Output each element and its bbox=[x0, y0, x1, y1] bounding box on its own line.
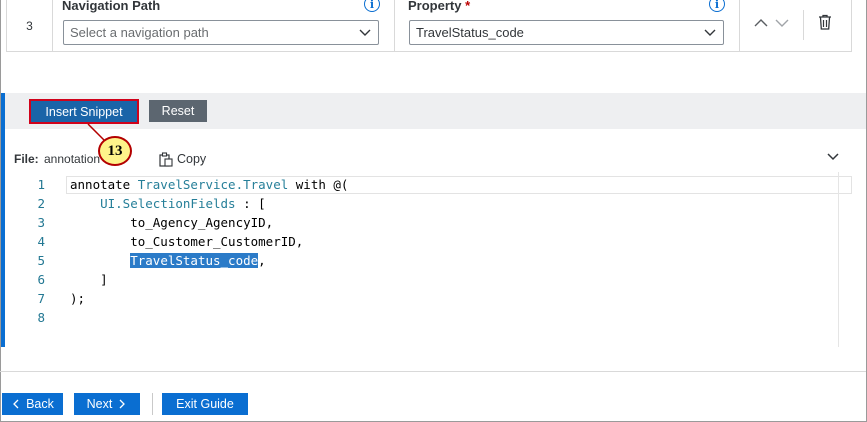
line-number: 4 bbox=[37, 234, 45, 249]
chevron-right-icon bbox=[119, 399, 126, 409]
line-number: 2 bbox=[37, 196, 45, 211]
editor-scrollbar[interactable] bbox=[838, 172, 852, 347]
selected-token: TravelStatus_code bbox=[130, 253, 259, 268]
copy-button[interactable]: Copy bbox=[158, 150, 206, 168]
line-number: 5 bbox=[37, 253, 45, 268]
clipboard-icon bbox=[159, 151, 173, 167]
footer-divider bbox=[0, 371, 866, 372]
code-token: TravelService.Travel bbox=[137, 177, 289, 192]
copy-label: Copy bbox=[177, 152, 207, 166]
back-label: Back bbox=[26, 397, 54, 411]
chevron-down-icon[interactable] bbox=[826, 151, 840, 163]
back-button[interactable]: Back bbox=[2, 393, 63, 415]
line-number: 6 bbox=[37, 272, 45, 287]
next-button[interactable]: Next bbox=[74, 393, 140, 415]
step-callout: 13 bbox=[98, 136, 132, 166]
line-number: 3 bbox=[37, 215, 45, 230]
line-number: 8 bbox=[37, 310, 45, 325]
next-label: Next bbox=[86, 397, 113, 411]
line-number: 7 bbox=[37, 291, 45, 306]
exit-guide-button[interactable]: Exit Guide bbox=[162, 393, 248, 415]
code-text: TravelStatus_code, bbox=[130, 253, 266, 268]
code-text: to_Customer_CustomerID, bbox=[70, 234, 304, 249]
code-text: UI.SelectionFields : [ bbox=[100, 196, 266, 211]
code-text: annotate TravelService.Travel with @( bbox=[70, 177, 349, 192]
chevron-left-icon bbox=[13, 399, 19, 409]
line-number: 1 bbox=[37, 177, 45, 192]
code-text: ); bbox=[70, 291, 86, 306]
code-token: UI.SelectionFields bbox=[100, 196, 236, 211]
footer-separator bbox=[152, 393, 153, 415]
code-text: ] bbox=[70, 272, 108, 287]
code-text: to_Agency_AgencyID, bbox=[70, 215, 274, 230]
file-label: File: bbox=[14, 152, 39, 166]
file-name: annotation bbox=[44, 152, 101, 166]
